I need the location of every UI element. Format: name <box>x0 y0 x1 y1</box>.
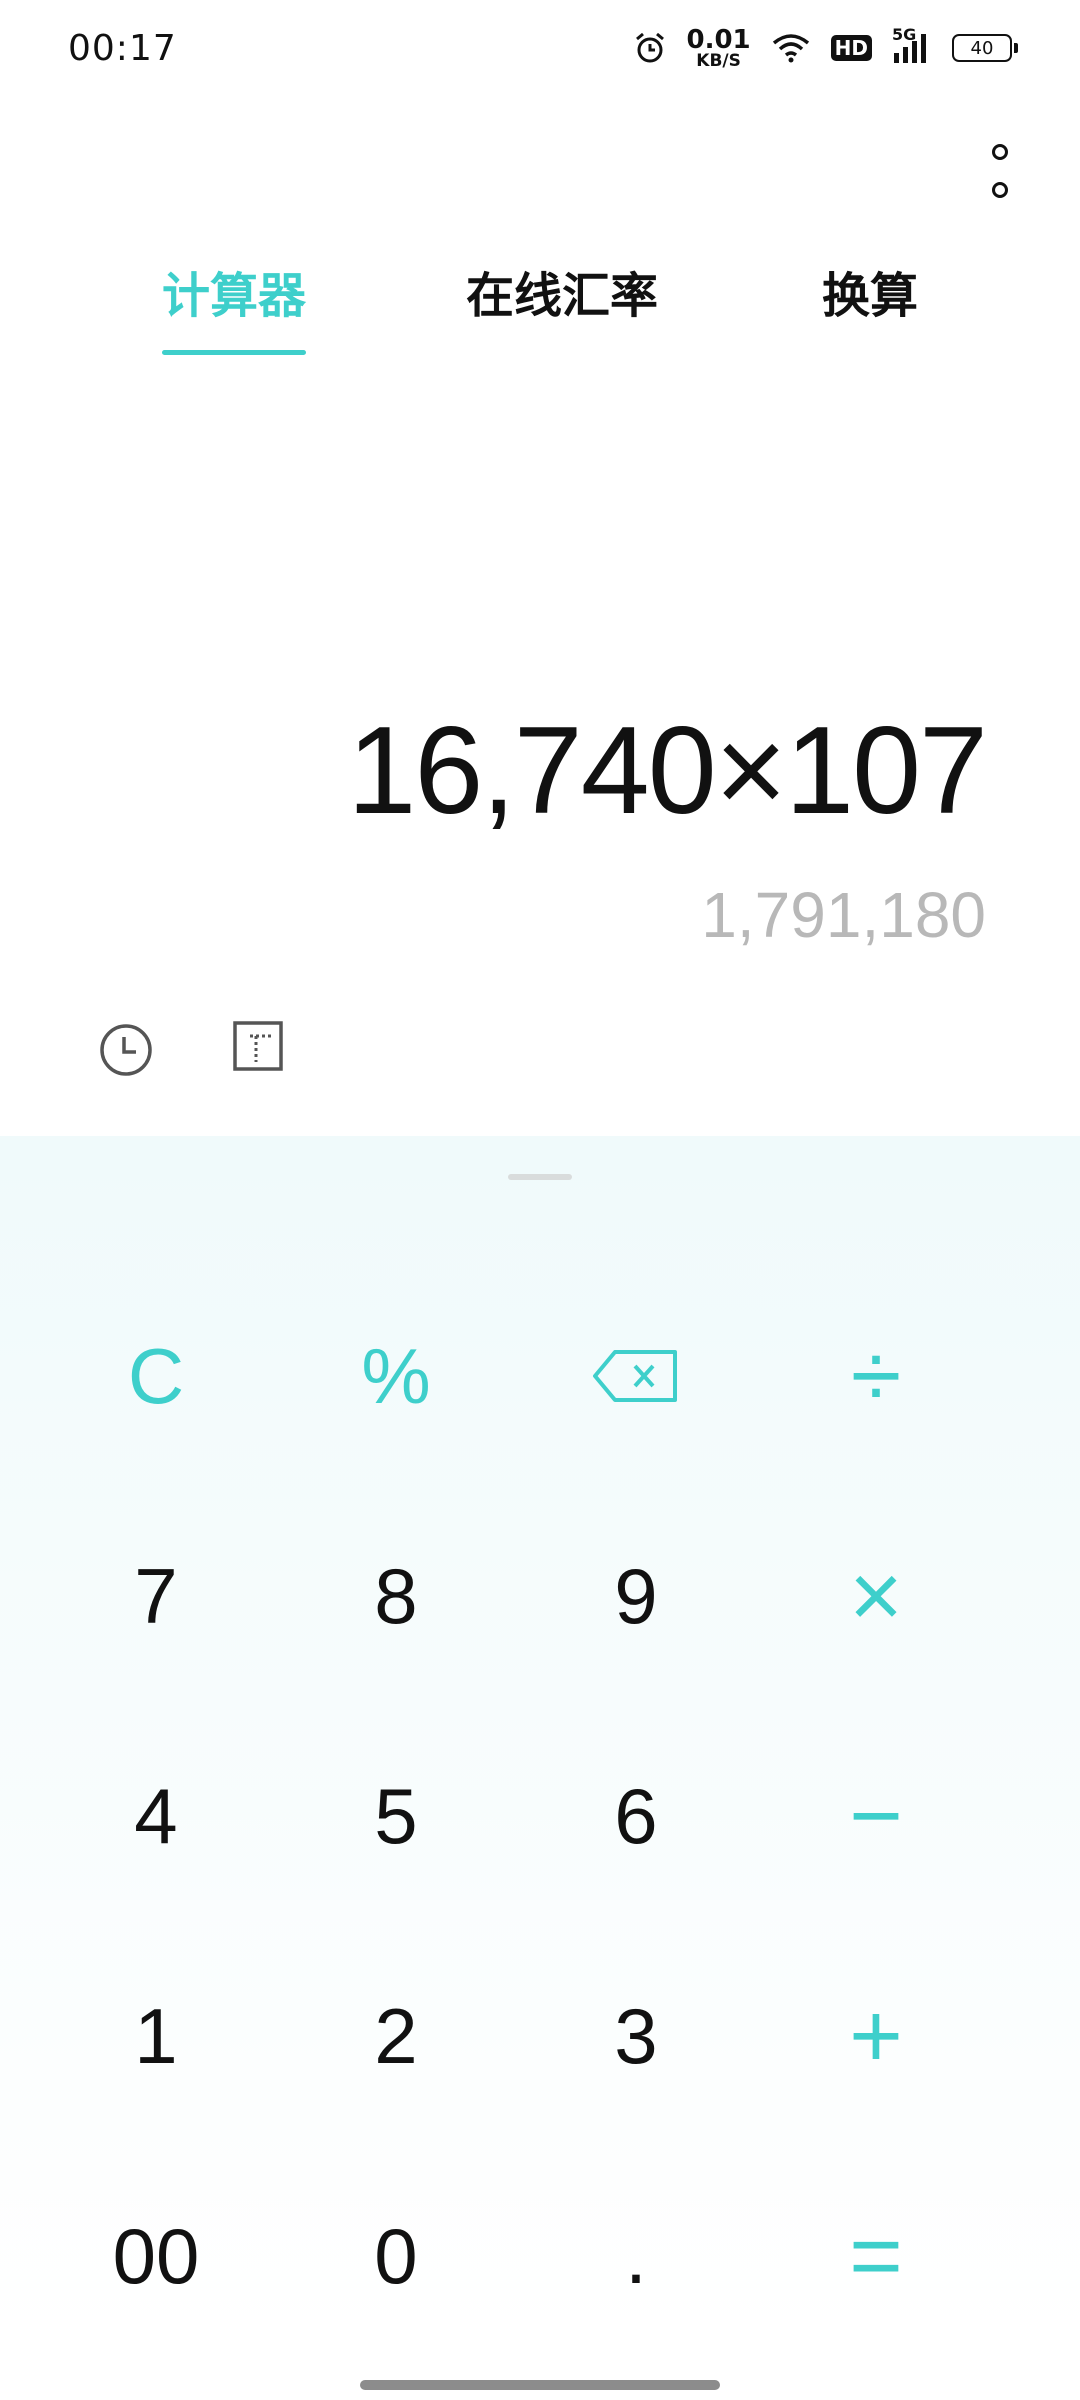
key-multiply[interactable]: × <box>756 1486 996 1706</box>
more-dot-icon <box>992 144 1008 160</box>
hd-badge: HD <box>830 35 872 61</box>
status-icons: 0.01 KB/S HD 5G 40 <box>633 25 1018 70</box>
key-6[interactable]: 6 <box>516 1706 756 1926</box>
key-5[interactable]: 5 <box>276 1706 516 1926</box>
net-speed-value: 0.01 <box>686 24 751 55</box>
key-4[interactable]: 4 <box>36 1706 276 1926</box>
key-double-zero[interactable]: 00 <box>36 2146 276 2366</box>
key-percent[interactable]: % <box>276 1266 516 1486</box>
home-indicator[interactable] <box>360 2380 720 2390</box>
wifi-icon <box>771 32 811 64</box>
tab-label: 换算 <box>822 268 919 324</box>
result-preview: 1,791,180 <box>701 879 986 951</box>
tab-active-indicator <box>162 349 306 355</box>
battery-level: 40 <box>970 37 994 59</box>
scientific-mode-icon[interactable] <box>232 1020 284 1076</box>
key-8[interactable]: 8 <box>276 1486 516 1706</box>
tab-exchange-rate[interactable]: 在线汇率 <box>466 268 658 378</box>
status-bar: 00:17 0.01 KB/S HD 5G 40 <box>0 0 1080 96</box>
key-equals[interactable]: = <box>756 2146 996 2366</box>
key-0[interactable]: 0 <box>276 2146 516 2366</box>
tab-label: 在线汇率 <box>466 268 659 324</box>
tab-converter[interactable]: 换算 <box>822 268 918 378</box>
key-clear[interactable]: C <box>36 1266 276 1486</box>
tab-calculator[interactable]: 计算器 <box>162 268 306 378</box>
key-divide[interactable]: ÷ <box>756 1266 996 1486</box>
keypad-panel: C % ÷ 7 8 9 × 4 5 6 − 1 2 3 + 00 0 . = <box>0 1136 1080 2400</box>
keypad-grid: C % ÷ 7 8 9 × 4 5 6 − 1 2 3 + 00 0 . = <box>0 1266 1080 2366</box>
net-speed-unit: KB/S <box>696 50 741 71</box>
tab-bar: 计算器 在线汇率 换算 <box>0 268 1080 378</box>
key-decimal[interactable]: . <box>516 2146 756 2366</box>
network-type-label: 5G <box>892 25 917 44</box>
key-7[interactable]: 7 <box>36 1486 276 1706</box>
expression-display: 16,740×107 <box>347 702 988 840</box>
key-2[interactable]: 2 <box>276 1926 516 2146</box>
key-backspace[interactable] <box>516 1266 756 1486</box>
battery-icon: 40 <box>952 34 1018 62</box>
key-subtract[interactable]: − <box>756 1706 996 1926</box>
drag-handle[interactable] <box>508 1174 572 1180</box>
more-dot-icon <box>992 182 1008 198</box>
key-3[interactable]: 3 <box>516 1926 756 2146</box>
signal-icon: 5G <box>892 25 932 65</box>
more-options-button[interactable] <box>976 144 1024 198</box>
net-speed: 0.01 KB/S <box>687 27 751 70</box>
backspace-icon <box>593 1350 677 1402</box>
key-9[interactable]: 9 <box>516 1486 756 1706</box>
key-add[interactable]: + <box>756 1926 996 2146</box>
status-time: 00:17 <box>68 27 177 69</box>
alarm-icon <box>633 31 667 65</box>
history-icon[interactable] <box>96 1020 156 1084</box>
key-1[interactable]: 1 <box>36 1926 276 2146</box>
tab-label: 计算器 <box>162 268 307 324</box>
